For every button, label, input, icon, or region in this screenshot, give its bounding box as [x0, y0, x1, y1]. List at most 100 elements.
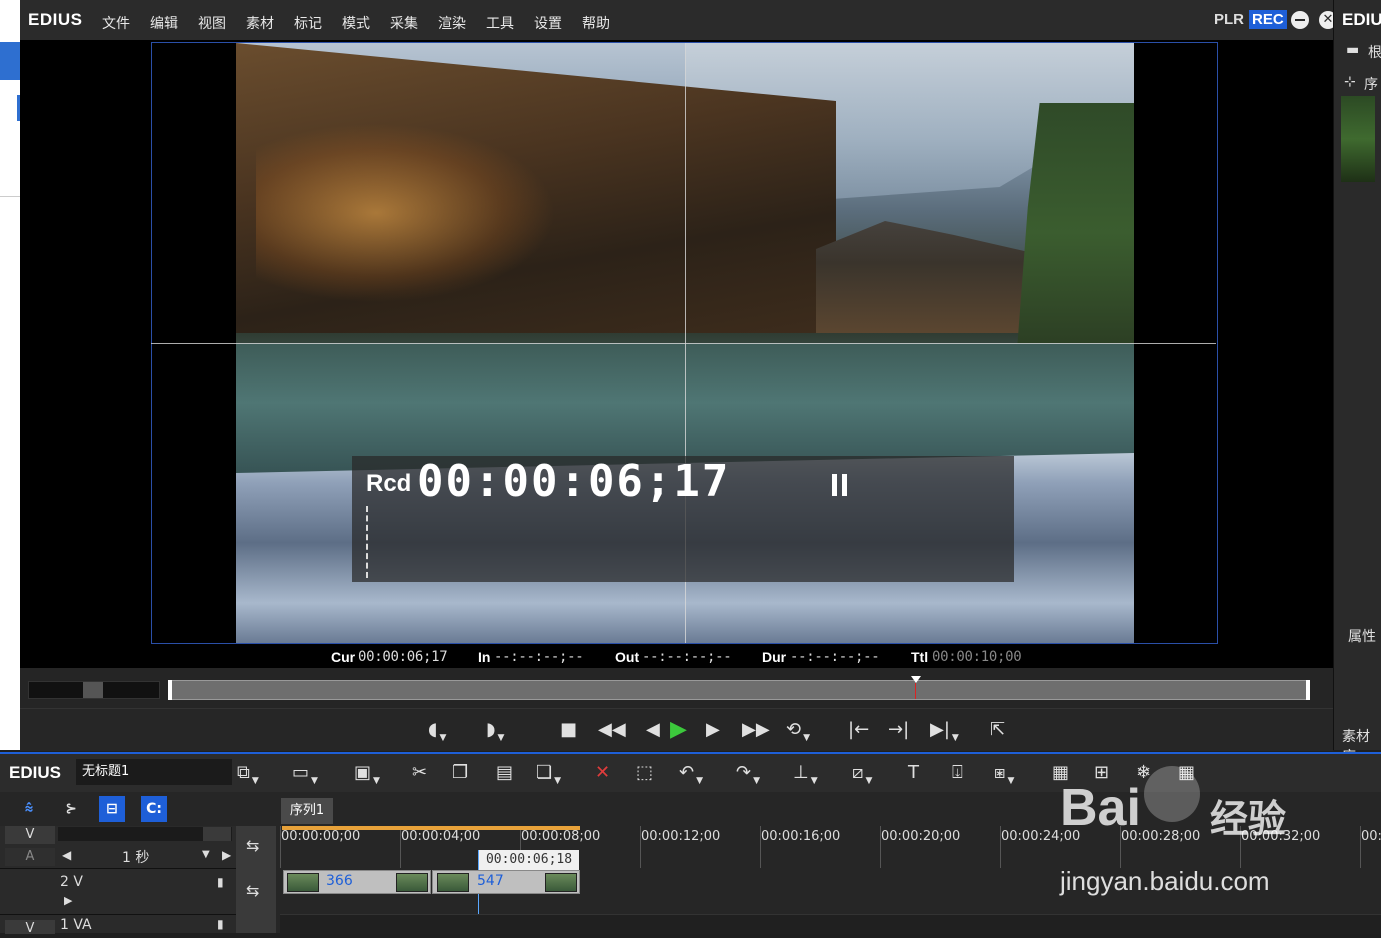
- title-icon[interactable]: T: [908, 762, 919, 784]
- menu-edit[interactable]: 编辑: [150, 13, 178, 33]
- ruler-label: 00:00:20;00: [881, 829, 961, 844]
- menu-render[interactable]: 渲染: [438, 13, 466, 33]
- sequence-icon[interactable]: ⊹: [1344, 74, 1356, 90]
- swap-icon[interactable]: ⇆: [246, 881, 259, 900]
- in-point-icon[interactable]: |←: [848, 717, 869, 743]
- position-bar[interactable]: [168, 680, 1310, 700]
- level-meter: [366, 506, 368, 578]
- out-point-icon[interactable]: →|: [888, 717, 909, 743]
- menu-capture[interactable]: 采集: [390, 13, 418, 33]
- undo-icon[interactable]: ↶ ▼: [679, 762, 703, 787]
- swap-icon[interactable]: ⇆: [246, 836, 259, 855]
- render-icon[interactable]: ⧆ ▼: [994, 762, 1014, 787]
- menu-settings[interactable]: 设置: [534, 13, 562, 33]
- audio-patch-label[interactable]: A: [5, 848, 55, 866]
- rcd-label: Rcd: [366, 470, 412, 497]
- mode-select-icon[interactable]: ⩯: [16, 796, 42, 822]
- preview-monitor[interactable]: Rcd 00:00:06;17: [20, 40, 1333, 648]
- clip-name: 547: [477, 873, 504, 889]
- new-sequence-icon[interactable]: ⧉ ▼: [237, 762, 259, 787]
- watermark-url: jingyan.baidu.com: [1060, 866, 1270, 896]
- playhead-marker[interactable]: [911, 676, 921, 683]
- set-out-icon[interactable]: ◗ ▼: [486, 717, 504, 743]
- marker-icon[interactable]: ⊥ ▼: [793, 762, 818, 787]
- film-icon: ▮: [217, 875, 224, 889]
- plr-button[interactable]: PLR: [1214, 11, 1244, 28]
- menu-view[interactable]: 视图: [198, 13, 226, 33]
- menu-file[interactable]: 文件: [102, 13, 130, 33]
- menu-tools[interactable]: 工具: [486, 13, 514, 33]
- shuttle-knob[interactable]: [83, 682, 103, 698]
- timeline-clip[interactable]: 366: [283, 870, 431, 894]
- background-window-accent: [0, 42, 20, 80]
- timeline-logo: EDIUS: [9, 763, 61, 782]
- step-forward-icon[interactable]: ▶: [706, 717, 720, 743]
- play-icon[interactable]: ▶: [670, 717, 687, 743]
- folder-icon[interactable]: ▬: [1346, 42, 1359, 58]
- position-bar-start: [168, 680, 172, 700]
- zoom-left-icon[interactable]: ◀: [62, 848, 71, 862]
- save-icon[interactable]: ▣ ▼: [354, 762, 380, 787]
- menu-help[interactable]: 帮助: [582, 13, 610, 33]
- paw-icon: [1144, 766, 1200, 822]
- set-in-icon[interactable]: ◖ ▼: [428, 717, 446, 743]
- expand-track-icon[interactable]: ▶: [64, 894, 72, 907]
- watermark-brand: Bai: [1060, 779, 1141, 837]
- zoom-right-icon[interactable]: ▶: [222, 848, 231, 862]
- timeline-clip[interactable]: 547: [432, 870, 580, 894]
- rewind-icon[interactable]: ◀◀: [598, 717, 626, 743]
- effect-icon[interactable]: ⧄ ▼: [852, 762, 872, 787]
- film-icon: ▮: [217, 917, 224, 931]
- cut-icon[interactable]: ✂: [412, 762, 427, 784]
- track-headers: V A ◀ 1 秒 ▼ ▶ 2 V ▶ ▮ V 1 VA ▮: [0, 826, 276, 936]
- delete-icon[interactable]: ✕: [595, 762, 610, 784]
- transport-controls: ◖ ▼ ◗ ▼ ■ ◀◀ ◀ ▶ ▶ ▶▶ ⟲ ▼ |← →| ▶| ▼ ⇱: [20, 708, 1333, 751]
- ripple-delete-icon[interactable]: ⬚: [636, 762, 653, 784]
- player-window: EDIUS 文件 编辑 视图 素材 标记 模式 采集 渲染 工具 设置 帮助 P…: [20, 0, 1337, 751]
- rec-button[interactable]: REC: [1249, 10, 1287, 29]
- zoom-dropdown-icon[interactable]: ▼: [202, 849, 210, 860]
- sync-mode-icon[interactable]: ⊟: [99, 796, 125, 822]
- bin-root-tab[interactable]: 根: [1368, 42, 1381, 62]
- sequence-range-bar: [282, 826, 580, 830]
- bin-clip-thumbnail[interactable]: [1341, 96, 1375, 182]
- stop-icon[interactable]: ■: [560, 717, 577, 743]
- menu-clip[interactable]: 素材: [246, 13, 274, 33]
- export-icon-2[interactable]: ⍗: [952, 762, 963, 784]
- properties-tab[interactable]: 属性: [1348, 626, 1376, 646]
- minimize-icon[interactable]: [1291, 11, 1309, 29]
- out-label: Out: [615, 649, 640, 665]
- shuttle-slider[interactable]: [28, 681, 160, 699]
- video-patch-label[interactable]: V: [5, 826, 55, 844]
- paste-mode-icon[interactable]: ❏ ▼: [536, 762, 561, 787]
- tab-sequence-1[interactable]: 序列1: [281, 798, 333, 824]
- bin-sequence-tab[interactable]: 序: [1364, 74, 1378, 94]
- track-1va-patch[interactable]: V: [5, 920, 55, 936]
- overlay-timecode: 00:00:06;17: [417, 456, 731, 507]
- menu-mode[interactable]: 模式: [342, 13, 370, 33]
- ruler-label: 00:00:00;00: [281, 829, 361, 844]
- in-label: In: [478, 649, 491, 665]
- ripple-mode-icon[interactable]: ⊱: [58, 796, 84, 822]
- open-folder-icon[interactable]: ▭ ▼: [292, 762, 318, 787]
- track-1va-lane[interactable]: [280, 914, 1381, 934]
- watermark-brand-cn: 经验: [1210, 797, 1287, 841]
- fast-forward-icon[interactable]: ▶▶: [742, 717, 770, 743]
- playhead-line: [915, 683, 916, 699]
- export-icon[interactable]: ⇱: [990, 717, 1005, 743]
- bin-panel: EDIU ▬ 根 ⊹ 序 属性 素材库: [1333, 0, 1381, 765]
- step-back-icon[interactable]: ◀: [646, 717, 660, 743]
- copy-icon[interactable]: ❐: [452, 762, 468, 784]
- zoom-value[interactable]: 1 秒: [122, 847, 149, 867]
- insert-mode-icon[interactable]: C:: [141, 796, 167, 822]
- cur-label: Cur: [331, 649, 356, 665]
- clip-thumbnail: [287, 873, 319, 892]
- paste-icon[interactable]: ▤: [496, 762, 513, 784]
- out-value: --:--:--;--: [642, 649, 732, 665]
- menu-marker[interactable]: 标记: [294, 13, 322, 33]
- ttl-value: 00:00:10;00: [932, 649, 1022, 665]
- loop-icon[interactable]: ⟲ ▼: [786, 717, 810, 743]
- next-icon[interactable]: ▶| ▼: [930, 717, 959, 743]
- zoom-knob[interactable]: [203, 827, 231, 841]
- redo-icon[interactable]: ↷ ▼: [736, 762, 760, 787]
